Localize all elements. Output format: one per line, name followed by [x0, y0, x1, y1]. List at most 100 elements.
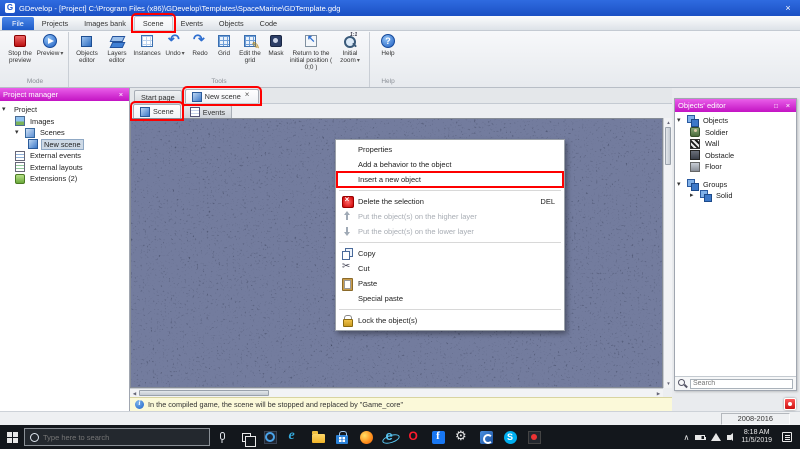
scroll-up-icon[interactable] — [664, 118, 673, 127]
objects-editor-button[interactable]: Objects editor — [72, 32, 102, 77]
taskbar-app-gdevelop[interactable] — [474, 425, 498, 449]
scroll-down-icon[interactable] — [664, 379, 673, 388]
taskbar-app-settings[interactable] — [450, 425, 474, 449]
menu-item-delete-selection[interactable]: Delete the selection DEL — [337, 194, 563, 209]
collapse-icon[interactable] — [15, 129, 22, 136]
taskbar-app-facebook[interactable] — [426, 425, 450, 449]
stop-preview-button[interactable]: Stop the preview — [5, 32, 35, 77]
menu-item-lock-objects[interactable]: Lock the object(s) — [337, 313, 563, 328]
close-pane-icon[interactable] — [783, 101, 793, 110]
menu-item-add-behavior[interactable]: Add a behavior to the object — [337, 157, 563, 172]
tree-item-images[interactable]: Images — [2, 116, 127, 128]
tree-item-objects[interactable]: Objects — [677, 115, 794, 128]
mask-button[interactable]: Mask — [264, 32, 288, 77]
tree-item-project[interactable]: Project — [2, 104, 127, 116]
tray-expand-icon[interactable] — [684, 433, 690, 442]
menu-item-insert-new-object[interactable]: Insert a new object — [336, 171, 564, 188]
redo-button[interactable]: Redo — [188, 32, 212, 77]
tree-item-scenes[interactable]: Scenes — [2, 127, 127, 139]
tree-item-new-scene[interactable]: New scene — [2, 138, 127, 151]
taskbar-app-photos[interactable] — [258, 425, 282, 449]
battery-icon[interactable] — [695, 434, 707, 440]
objects-search-input[interactable] — [690, 378, 793, 389]
ribbon-tab-file[interactable]: File — [2, 17, 34, 30]
ribbon-tab-images-bank[interactable]: Images bank — [76, 17, 134, 30]
ribbon-tab-objects[interactable]: Objects — [211, 17, 252, 30]
ribbon-tab-events[interactable]: Events — [173, 17, 211, 30]
dropdown-arrow-icon[interactable] — [356, 57, 360, 64]
tree-item-extensions[interactable]: Extensions (2) — [2, 173, 127, 185]
taskbar-app-recorder[interactable] — [522, 425, 546, 449]
tree-item-obstacle[interactable]: Obstacle — [677, 150, 794, 162]
network-icon[interactable] — [711, 433, 722, 441]
taskbar-app-firefox[interactable] — [354, 425, 378, 449]
taskbar-search-input[interactable] — [43, 432, 204, 442]
taskbar-app-store[interactable] — [330, 425, 354, 449]
undo-button[interactable]: Undo — [162, 32, 188, 77]
return-initial-position-button[interactable]: Return to the initial position ( 0;0 ) — [288, 32, 334, 77]
cortana-mic-button[interactable] — [210, 425, 234, 449]
instances-button[interactable]: Instances — [132, 32, 162, 77]
menu-item-special-paste[interactable]: Special paste — [337, 291, 563, 306]
tab-start-page[interactable]: Start page — [134, 90, 182, 103]
collapse-icon[interactable] — [677, 117, 684, 124]
layers-editor-button[interactable]: Layers editor — [102, 32, 132, 77]
tree-item-floor[interactable]: Floor — [677, 161, 794, 173]
taskbar-app-internet-explorer[interactable] — [378, 425, 402, 449]
taskbar-app-edge[interactable] — [282, 425, 306, 449]
initial-zoom-icon — [342, 33, 358, 49]
close-pane-icon[interactable] — [116, 90, 126, 99]
task-view-button[interactable] — [234, 425, 258, 449]
edit-grid-button[interactable]: Edit the grid — [236, 32, 264, 77]
menu-item-shortcut: DEL — [540, 197, 555, 206]
action-center-icon[interactable] — [782, 432, 792, 442]
collapse-icon[interactable] — [2, 106, 9, 113]
start-button[interactable] — [0, 425, 24, 449]
taskbar-app-opera[interactable] — [402, 425, 426, 449]
tree-item-solid[interactable]: Solid — [677, 190, 794, 203]
button-label: Instances — [133, 50, 161, 57]
maximize-pane-icon[interactable] — [771, 101, 781, 110]
scene-canvas[interactable]: Properties Add a behavior to the object … — [130, 118, 663, 388]
collapse-icon[interactable] — [677, 181, 684, 188]
ribbon-tab-projects[interactable]: Projects — [34, 17, 76, 30]
dropdown-arrow-icon[interactable] — [181, 50, 185, 57]
menu-item-label: Cut — [358, 264, 370, 273]
tab-new-scene[interactable]: New scene — [181, 86, 262, 106]
objects-editor-icon — [79, 33, 95, 49]
close-tab-icon[interactable] — [244, 90, 252, 101]
tree-item-soldier[interactable]: Soldier — [677, 127, 794, 139]
tab-events[interactable]: Events — [182, 105, 233, 118]
tree-item-external-layouts[interactable]: External layouts — [2, 162, 127, 174]
scroll-left-icon[interactable] — [130, 389, 139, 398]
scrollbar-thumb[interactable] — [139, 390, 269, 396]
volume-icon[interactable] — [727, 432, 734, 441]
horizontal-scrollbar[interactable] — [130, 388, 663, 397]
menu-item-paste[interactable]: Paste — [337, 276, 563, 291]
preview-button[interactable]: Preview — [35, 32, 65, 77]
tree-item-wall[interactable]: Wall — [677, 138, 794, 150]
button-label: Objects editor — [76, 50, 98, 65]
dropdown-arrow-icon[interactable] — [59, 50, 63, 57]
expand-icon[interactable] — [690, 192, 697, 199]
initial-zoom-button[interactable]: Initial zoom — [334, 32, 366, 77]
tree-item-external-events[interactable]: External events — [2, 150, 127, 162]
menu-item-properties[interactable]: Properties — [337, 142, 563, 157]
menu-item-cut[interactable]: Cut — [337, 261, 563, 276]
menu-item-copy[interactable]: Copy — [337, 246, 563, 261]
tab-scene[interactable]: Scene — [130, 101, 184, 121]
tree-item-groups[interactable]: Groups — [677, 178, 794, 191]
vertical-scrollbar[interactable] — [663, 118, 672, 388]
close-icon[interactable] — [781, 3, 795, 13]
taskbar-app-file-explorer[interactable] — [306, 425, 330, 449]
help-button[interactable]: Help — [373, 32, 403, 77]
layer-up-icon — [341, 211, 353, 222]
taskbar-clock[interactable]: 8:18 AM 11/5/2019 — [741, 429, 772, 446]
scrollbar-thumb[interactable] — [665, 127, 671, 165]
ribbon-tab-scene[interactable]: Scene — [130, 13, 176, 33]
ribbon-tab-code[interactable]: Code — [252, 17, 285, 30]
grid-button[interactable]: Grid — [212, 32, 236, 77]
taskbar-search[interactable] — [24, 428, 210, 446]
scroll-right-icon[interactable] — [654, 389, 663, 398]
taskbar-app-skype[interactable] — [498, 425, 522, 449]
